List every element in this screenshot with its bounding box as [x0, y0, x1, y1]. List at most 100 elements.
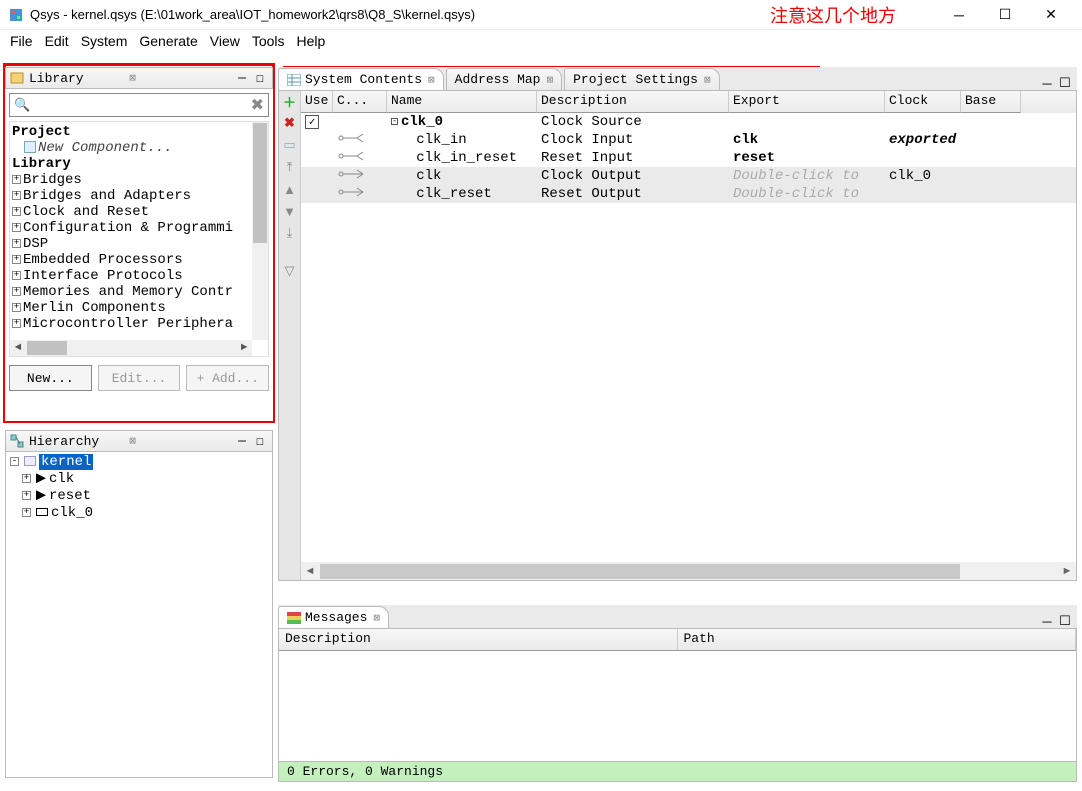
tab-close-icon[interactable]: ⊠	[704, 73, 711, 87]
library-category[interactable]: +DSP	[12, 236, 250, 252]
library-category[interactable]: +Bridges and Adapters	[12, 188, 250, 204]
new-button[interactable]: New...	[9, 365, 92, 391]
col-connections[interactable]: C...	[333, 91, 387, 113]
library-category[interactable]: +Interface Protocols	[12, 268, 250, 284]
library-maximize-button[interactable]: ☐	[252, 71, 268, 85]
hierarchy-tree: -kernel +clk +reset +clk_0	[5, 452, 273, 778]
annotation-text: 注意这几个地方	[770, 2, 896, 28]
library-category[interactable]: +Memories and Memory Contr	[12, 284, 250, 300]
table-row[interactable]: clk_inClock Inputclkexported	[301, 131, 1076, 149]
library-category[interactable]: +Configuration & Programmi	[12, 220, 250, 236]
table-row[interactable]: clk_in_resetReset Inputreset	[301, 149, 1076, 167]
hierarchy-tab-close-icon[interactable]: ⊠	[129, 434, 136, 448]
main-maximize-button[interactable]: ☐	[1057, 76, 1073, 90]
expand-icon[interactable]: +	[12, 319, 21, 328]
hierarchy-header: Hierarchy ⊠ ─ ☐	[5, 430, 273, 452]
messages-maximize-button[interactable]: ☐	[1057, 614, 1073, 628]
messages-body: Description Path	[278, 629, 1077, 762]
menu-system[interactable]: System	[75, 33, 134, 49]
library-minimize-button[interactable]: ─	[234, 71, 250, 85]
expand-icon[interactable]: +	[12, 303, 21, 312]
table-row[interactable]: clkClock OutputDouble-click toclk_0	[301, 167, 1076, 185]
expand-icon[interactable]: +	[12, 175, 21, 184]
search-clear-icon[interactable]: ✖	[251, 95, 264, 115]
menu-help[interactable]: Help	[291, 33, 332, 49]
menu-view[interactable]: View	[204, 33, 246, 49]
col-use[interactable]: Use	[301, 91, 333, 113]
expand-icon[interactable]: +	[12, 287, 21, 296]
tab-close-icon[interactable]: ⊠	[546, 73, 553, 87]
move-bottom-icon[interactable]: ⤓	[282, 225, 298, 241]
col-clock[interactable]: Clock	[885, 91, 961, 113]
tab-project-settings[interactable]: Project Settings⊠	[564, 68, 719, 90]
hierarchy-item-label: clk_0	[51, 505, 93, 521]
project-node[interactable]: Project	[12, 124, 250, 140]
library-category[interactable]: +Merlin Components	[12, 300, 250, 316]
connection-icon	[337, 168, 367, 180]
library-category[interactable]: +Clock and Reset	[12, 204, 250, 220]
collapse-icon[interactable]: -	[391, 118, 398, 125]
library-tab-close-icon[interactable]: ⊠	[129, 71, 136, 85]
chat-icon[interactable]: ▭	[282, 137, 298, 153]
library-tree: Project New Component... Library +Bridge…	[9, 121, 269, 357]
tab-address-map[interactable]: Address Map⊠	[446, 68, 562, 90]
expand-icon[interactable]: +	[12, 223, 21, 232]
library-scrollbar-horizontal[interactable]: ◄►	[10, 340, 252, 356]
expand-icon[interactable]: +	[12, 191, 21, 200]
close-button[interactable]: ✕	[1028, 0, 1074, 30]
expand-icon[interactable]: +	[12, 239, 21, 248]
library-node[interactable]: Library	[12, 156, 250, 172]
expand-icon[interactable]: +	[12, 207, 21, 216]
col-base[interactable]: Base	[961, 91, 1021, 113]
maximize-button[interactable]: ☐	[982, 0, 1028, 30]
library-category[interactable]: +Microcontroller Periphera	[12, 316, 250, 332]
tab-messages[interactable]: Messages⊠	[278, 606, 389, 628]
hierarchy-item[interactable]: +clk	[10, 471, 268, 488]
hierarchy-item[interactable]: +reset	[10, 488, 268, 505]
row-export[interactable]: clk	[733, 132, 758, 148]
filter-icon[interactable]: ▽	[282, 263, 298, 279]
search-icon: 🔍	[14, 97, 30, 113]
horizontal-scrollbar[interactable]: ◄►	[301, 562, 1076, 580]
messages-col-path[interactable]: Path	[678, 629, 1077, 651]
move-up-icon[interactable]: ▲	[282, 181, 298, 197]
main-minimize-button[interactable]: ─	[1039, 76, 1055, 90]
menu-edit[interactable]: Edit	[39, 33, 75, 49]
library-scrollbar-vertical[interactable]	[252, 122, 268, 340]
menu-file[interactable]: File	[4, 33, 39, 49]
col-description[interactable]: Description	[537, 91, 729, 113]
new-component-node[interactable]: New Component...	[12, 140, 250, 156]
expand-icon[interactable]: +	[12, 271, 21, 280]
table-row[interactable]: ✓-clk_0Clock Source	[301, 113, 1076, 131]
row-export[interactable]: Double-click to	[733, 168, 859, 184]
menu-generate[interactable]: Generate	[133, 33, 203, 49]
expand-icon[interactable]: +	[12, 255, 21, 264]
messages-minimize-button[interactable]: ─	[1039, 614, 1055, 628]
table-row[interactable]: clk_resetReset OutputDouble-click to	[301, 185, 1076, 203]
col-export[interactable]: Export	[729, 91, 885, 113]
messages-col-description[interactable]: Description	[279, 629, 678, 651]
use-checkbox[interactable]: ✓	[305, 115, 319, 129]
row-description: Clock Output	[537, 168, 729, 184]
minimize-button[interactable]: ─	[936, 0, 982, 30]
hierarchy-root[interactable]: -kernel	[10, 454, 268, 471]
row-export[interactable]: Double-click to	[733, 186, 859, 202]
connection-icon	[337, 132, 367, 144]
move-down-icon[interactable]: ▼	[282, 203, 298, 219]
add-icon[interactable]: ＋	[282, 93, 298, 109]
hierarchy-maximize-button[interactable]: ☐	[252, 434, 268, 448]
system-table: Use C... Name Description Export Clock B…	[301, 91, 1076, 580]
hierarchy-item[interactable]: +clk_0	[10, 505, 268, 522]
row-export[interactable]: reset	[733, 150, 775, 166]
col-name[interactable]: Name	[387, 91, 537, 113]
tab-system-contents[interactable]: System Contents⊠	[278, 68, 444, 90]
remove-icon[interactable]: ✖	[282, 115, 298, 131]
hierarchy-minimize-button[interactable]: ─	[234, 434, 250, 448]
library-search-input[interactable]	[34, 98, 250, 113]
tab-close-icon[interactable]: ⊠	[373, 611, 380, 625]
tab-close-icon[interactable]: ⊠	[428, 73, 435, 87]
menu-tools[interactable]: Tools	[246, 33, 291, 49]
library-category[interactable]: +Bridges	[12, 172, 250, 188]
library-category[interactable]: +Embedded Processors	[12, 252, 250, 268]
move-top-icon[interactable]: ⤒	[282, 159, 298, 175]
